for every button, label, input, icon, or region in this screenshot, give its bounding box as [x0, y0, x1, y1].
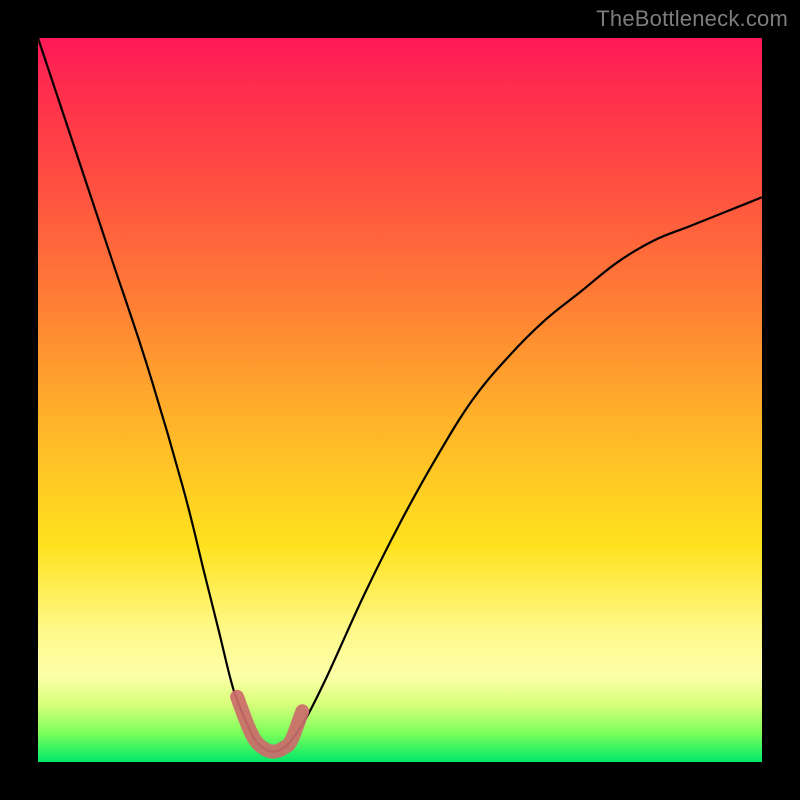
bottleneck-curve: [38, 38, 762, 752]
optimal-region-highlight: [237, 697, 302, 752]
watermark-text: TheBottleneck.com: [596, 6, 788, 32]
plot-area: [38, 38, 762, 762]
curve-layer: [38, 38, 762, 762]
chart-frame: TheBottleneck.com: [0, 0, 800, 800]
